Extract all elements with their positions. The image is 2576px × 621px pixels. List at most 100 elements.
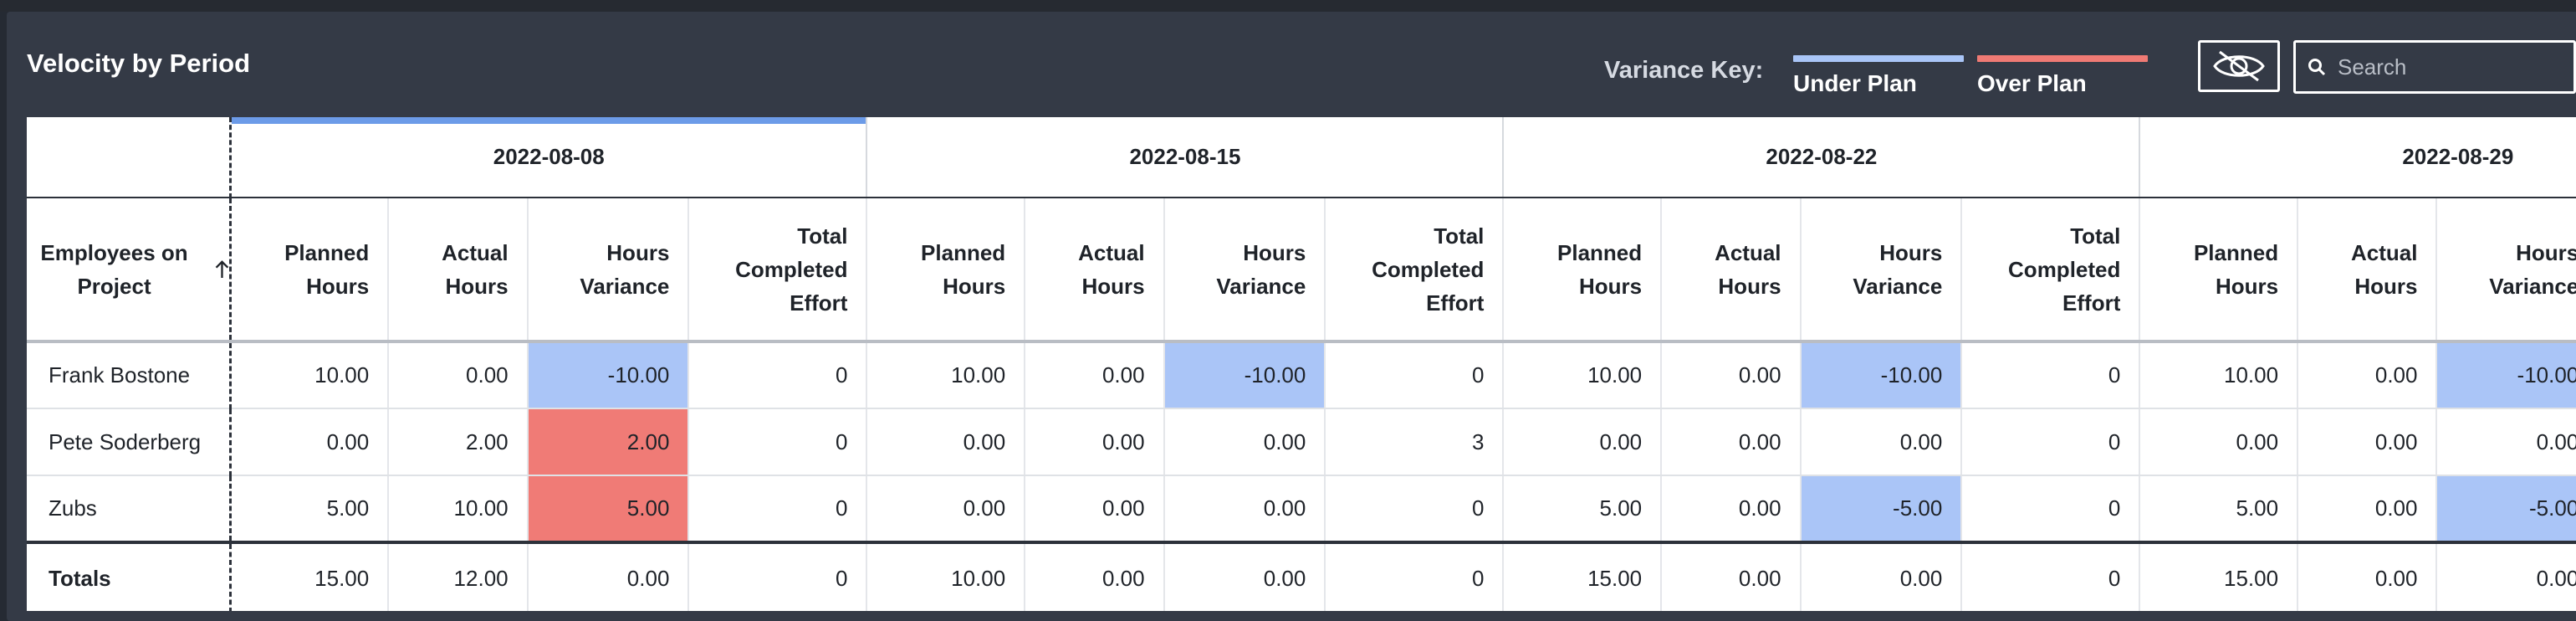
- velocity-table: 2022-08-08 2022-08-15 2022-08-22 2022-08…: [27, 117, 2576, 611]
- search-input[interactable]: [2336, 53, 2557, 81]
- total-planned-hours: 15.00: [229, 541, 389, 611]
- planned-hours-cell: 0.00: [1502, 408, 1662, 476]
- effort-cell: 0: [687, 408, 867, 476]
- planned-hours-cell: 10.00: [229, 341, 389, 409]
- totals-row: Totals 15.00 12.00 0.00 0 10.00 0.00 0.0…: [27, 541, 2576, 611]
- under-plan-label: Under Plan: [1793, 70, 1917, 96]
- total-planned-hours: 15.00: [1502, 541, 1662, 611]
- planned-hours-cell: 5.00: [2139, 475, 2298, 543]
- toggle-visibility-button[interactable]: [2198, 40, 2280, 92]
- actual-hours-cell: 0.00: [2297, 408, 2437, 476]
- planned-hours-cell: 10.00: [1502, 341, 1662, 409]
- totals-label: Totals: [27, 541, 233, 611]
- table-row: Zubs 5.00 10.00 5.00 0 0.00 0.00 0.00 0 …: [27, 475, 2576, 543]
- effort-cell: 0: [687, 341, 867, 409]
- period-header[interactable]: 2022-08-29: [2139, 117, 2576, 198]
- search-box[interactable]: [2293, 40, 2576, 94]
- actual-hours-cell: 0.00: [2297, 475, 2437, 543]
- planned-hours-header[interactable]: Planned Hours: [866, 198, 1025, 343]
- total-effort: 0: [1324, 541, 1504, 611]
- hours-variance-cell: 0.00: [1163, 408, 1326, 476]
- effort-cell: 0: [1324, 341, 1504, 409]
- period-header[interactable]: 2022-08-15: [866, 117, 1504, 198]
- actual-hours-cell: 0.00: [1660, 408, 1801, 476]
- total-effort: 0: [1960, 541, 2140, 611]
- hours-variance-cell: -5.00: [2435, 475, 2576, 543]
- employees-column-header[interactable]: Employees on Project: [27, 198, 233, 343]
- employee-name: Frank Bostone: [27, 341, 233, 409]
- actual-hours-cell: 2.00: [387, 408, 528, 476]
- total-actual-hours: 12.00: [387, 541, 528, 611]
- employee-name: Pete Soderberg: [27, 408, 233, 476]
- actual-hours-header[interactable]: Actual Hours: [1660, 198, 1801, 343]
- effort-cell: 0: [1960, 475, 2140, 543]
- actual-hours-header[interactable]: Actual Hours: [1024, 198, 1164, 343]
- under-plan-swatch: [1793, 55, 1964, 62]
- planned-hours-cell: 0.00: [866, 475, 1025, 543]
- actual-hours-cell: 0.00: [1024, 408, 1164, 476]
- hours-variance-cell: -5.00: [1799, 475, 1962, 543]
- total-hours-variance: 0.00: [526, 541, 689, 611]
- period-header[interactable]: 2022-08-08: [230, 117, 867, 198]
- planned-hours-cell: 5.00: [1502, 475, 1662, 543]
- actual-hours-header[interactable]: Actual Hours: [2297, 198, 2437, 343]
- hours-variance-header[interactable]: Hours Variance: [526, 198, 689, 343]
- total-actual-hours: 0.00: [1024, 541, 1164, 611]
- hours-variance-header[interactable]: Hours Variance: [1799, 198, 1962, 343]
- hours-variance-cell: -10.00: [2435, 341, 2576, 409]
- over-plan-swatch: [1977, 55, 2148, 62]
- table-row: Pete Soderberg 0.00 2.00 2.00 0 0.00 0.0…: [27, 408, 2576, 476]
- hours-variance-cell: -10.00: [1799, 341, 1962, 409]
- actual-hours-header[interactable]: Actual Hours: [387, 198, 528, 343]
- corner-cell: [27, 117, 233, 198]
- variance-key-under: Under Plan: [1793, 55, 1964, 99]
- top-strip: [0, 0, 2576, 12]
- total-completed-effort-header[interactable]: Total Completed Effort: [1960, 198, 2140, 343]
- total-planned-hours: 15.00: [2139, 541, 2298, 611]
- hours-variance-cell: 0.00: [1799, 408, 1962, 476]
- hours-variance-cell: 0.00: [1163, 475, 1326, 543]
- total-completed-effort-header[interactable]: Total Completed Effort: [687, 198, 867, 343]
- planned-hours-cell: 10.00: [866, 341, 1025, 409]
- arrow-up-icon[interactable]: [215, 257, 229, 282]
- total-effort: 0: [687, 541, 867, 611]
- hours-variance-header[interactable]: Hours Variance: [1163, 198, 1326, 343]
- page-title: Velocity by Period: [27, 49, 251, 78]
- planned-hours-header[interactable]: Planned Hours: [2139, 198, 2298, 343]
- table-row: Frank Bostone 10.00 0.00 -10.00 0 10.00 …: [27, 341, 2576, 409]
- period-header[interactable]: 2022-08-22: [1502, 117, 2140, 198]
- hours-variance-cell: -10.00: [1163, 341, 1326, 409]
- hours-variance-header[interactable]: Hours Variance: [2435, 198, 2576, 343]
- effort-cell: 0: [1324, 475, 1504, 543]
- actual-hours-cell: 0.00: [1660, 341, 1801, 409]
- planned-hours-cell: 0.00: [866, 408, 1025, 476]
- effort-cell: 0: [687, 475, 867, 543]
- total-completed-effort-header[interactable]: Total Completed Effort: [1324, 198, 1504, 343]
- planned-hours-header[interactable]: Planned Hours: [1502, 198, 1662, 343]
- total-hours-variance: 0.00: [1163, 541, 1326, 611]
- velocity-grid: 2022-08-08 2022-08-15 2022-08-22 2022-08…: [27, 117, 2576, 611]
- search-icon: [2308, 59, 2326, 76]
- effort-cell: 0: [1960, 341, 2140, 409]
- over-plan-label: Over Plan: [1977, 70, 2087, 96]
- actual-hours-cell: 10.00: [387, 475, 528, 543]
- actual-hours-cell: 0.00: [2297, 341, 2437, 409]
- eye-off-icon: [2213, 50, 2265, 82]
- effort-cell: 3: [1324, 408, 1504, 476]
- effort-cell: 0: [1960, 408, 2140, 476]
- planned-hours-cell: 0.00: [2139, 408, 2298, 476]
- actual-hours-cell: 0.00: [1024, 341, 1164, 409]
- actual-hours-cell: 0.00: [387, 341, 528, 409]
- total-hours-variance: 0.00: [2435, 541, 2576, 611]
- hours-variance-cell: -10.00: [526, 341, 689, 409]
- employees-column-label: Employees on Project: [40, 239, 188, 299]
- hours-variance-cell: 5.00: [526, 475, 689, 543]
- employee-name: Zubs: [27, 475, 233, 543]
- planned-hours-header[interactable]: Planned Hours: [229, 198, 389, 343]
- hours-variance-cell: 2.00: [526, 408, 689, 476]
- total-actual-hours: 0.00: [1660, 541, 1801, 611]
- planned-hours-cell: 0.00: [229, 408, 389, 476]
- variance-key-label: Variance Key:: [1604, 57, 1764, 84]
- hours-variance-cell: 0.00: [2435, 408, 2576, 476]
- actual-hours-cell: 0.00: [1024, 475, 1164, 543]
